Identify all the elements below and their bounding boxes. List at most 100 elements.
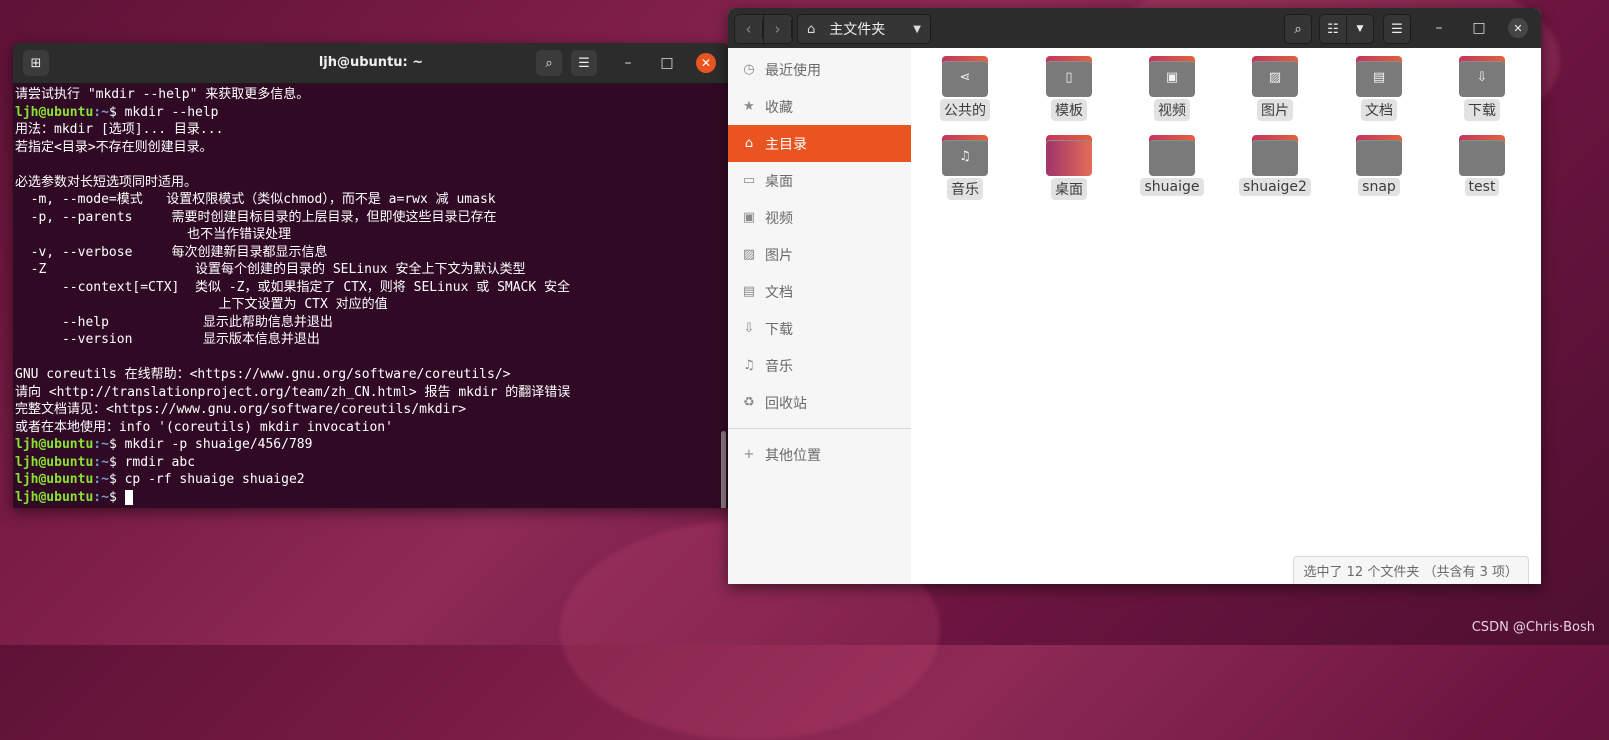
menu-button[interactable]: ☰ bbox=[571, 50, 597, 76]
plus-icon: + bbox=[743, 447, 755, 462]
folder-item[interactable]: ♫ 音乐 bbox=[920, 135, 1010, 200]
chevron-down-icon: ▼ bbox=[1356, 24, 1364, 34]
prompt-symbol: $ bbox=[108, 454, 117, 470]
sidebar-item-trash[interactable]: ♻ 回收站 bbox=[728, 384, 911, 421]
folder-icon: ♫ bbox=[942, 135, 988, 176]
prompt-user: ljh@ubuntu bbox=[15, 454, 94, 470]
sidebar-item-pictures[interactable]: ▨ 图片 bbox=[728, 236, 911, 273]
close-icon: ✕ bbox=[700, 56, 712, 70]
folder-item[interactable]: ⇩ 下载 bbox=[1437, 56, 1527, 121]
folder-grid[interactable]: ⋖ 公共的 ▯ 模板 ▣ 视频 ▨ 图片 ▤ 文档 ⇩ 下载 ♫ 音乐 桌面 s… bbox=[911, 48, 1541, 584]
desktop-icon: ▭ bbox=[742, 173, 756, 188]
document-icon: ▤ bbox=[1372, 70, 1386, 85]
sidebar-item-label: 收藏 bbox=[765, 99, 793, 116]
folder-item[interactable]: ▨ 图片 bbox=[1230, 56, 1320, 121]
search-button[interactable]: ⌕ bbox=[1284, 14, 1312, 44]
file-manager-window[interactable]: ‹ › ⌂ 主文件夹 ▼ ⌕ ☷ ▼ ☰ – □ ✕ ◷ 最近使用 ★ 收藏 ⌂ 主目… bbox=[728, 8, 1541, 584]
list-view-icon: ☷ bbox=[1327, 21, 1339, 37]
list-view-button[interactable]: ☷ bbox=[1319, 14, 1347, 44]
command-text: mkdir --help bbox=[116, 104, 219, 120]
terminal-line: ljh@ubuntu:~$ mkdir -p shuaige/456/789 bbox=[15, 436, 719, 454]
sidebar-item-label: 主目录 bbox=[765, 136, 807, 153]
prompt-user: ljh@ubuntu bbox=[15, 104, 94, 120]
folder-item[interactable]: shuaige bbox=[1127, 135, 1217, 196]
search-button[interactable]: ⌕ bbox=[536, 50, 562, 76]
prompt-symbol: $ bbox=[108, 472, 117, 487]
minimize-button[interactable]: – bbox=[1430, 19, 1448, 37]
folder-icon bbox=[1252, 135, 1298, 176]
clock-icon: ◷ bbox=[743, 62, 755, 77]
folder-item[interactable]: test bbox=[1437, 135, 1527, 196]
folder-item[interactable]: ▣ 视频 bbox=[1127, 56, 1217, 121]
watermark-text: CSDN @Chris·Bosh bbox=[1471, 620, 1595, 635]
prompt-user: ljh@ubuntu bbox=[15, 472, 94, 487]
terminal-window[interactable]: ⊞ ljh@ubuntu: ~ ⌕ ☰ – □ ✕ 请尝试执行 "mkdir -… bbox=[13, 43, 729, 508]
terminal-line: -p, --parents 需要时创建目标目录的上层目录，但即使这些目录已存在 bbox=[15, 209, 497, 225]
star-icon: ★ bbox=[743, 99, 755, 114]
sidebar-item-label: 回收站 bbox=[765, 395, 807, 412]
folder-label: 文档 bbox=[1361, 99, 1397, 121]
film-icon: ▣ bbox=[742, 210, 756, 225]
maximize-icon: □ bbox=[1472, 20, 1486, 36]
folder-item[interactable]: ▤ 文档 bbox=[1334, 56, 1424, 121]
folder-item[interactable]: snap bbox=[1334, 135, 1424, 196]
sidebar-item-label: 桌面 bbox=[765, 173, 793, 190]
terminal-line: 用法：mkdir [选项]... 目录... bbox=[15, 122, 224, 137]
terminal-line: --version 显示版本信息并退出 bbox=[15, 332, 320, 347]
sidebar-item-desktop[interactable]: ▭ 桌面 bbox=[728, 162, 911, 199]
sidebar-item-starred[interactable]: ★ 收藏 bbox=[728, 88, 911, 125]
maximize-button[interactable]: □ bbox=[658, 54, 676, 72]
sidebar-item-downloads[interactable]: ⇩ 下载 bbox=[728, 310, 911, 347]
path-bar-button[interactable]: ⌂ 主文件夹 ▼ bbox=[797, 14, 931, 44]
sidebar-item-home[interactable]: ⌂ 主目录 bbox=[728, 125, 911, 162]
sidebar-item-recent[interactable]: ◷ 最近使用 bbox=[728, 51, 911, 88]
folder-icon bbox=[1356, 135, 1402, 176]
sidebar-item-label: 下载 bbox=[765, 321, 793, 338]
command-text bbox=[117, 490, 125, 505]
forward-button[interactable]: › bbox=[764, 15, 792, 43]
terminal-line: --help 显示此帮助信息并退出 bbox=[15, 314, 333, 330]
sidebar-item-music[interactable]: ♫ 音乐 bbox=[728, 347, 911, 384]
prompt-symbol: $ bbox=[108, 437, 117, 452]
minimize-button[interactable]: – bbox=[619, 54, 637, 72]
terminal-line: 或者在本地使用：info '(coreutils) mkdir invocati… bbox=[15, 419, 393, 435]
prompt-symbol: $ bbox=[108, 489, 117, 505]
folder-icon: ▨ bbox=[1252, 56, 1298, 97]
sidebar-item-videos[interactable]: ▣ 视频 bbox=[728, 199, 911, 236]
prompt-path: :~ bbox=[93, 454, 109, 470]
folder-label: 图片 bbox=[1257, 99, 1293, 121]
close-button[interactable]: ✕ bbox=[696, 53, 716, 73]
terminal-line: 必选参数对长短选项同时适用。 bbox=[15, 174, 198, 190]
folder-icon bbox=[1149, 135, 1195, 176]
terminal-output[interactable]: 请尝试执行 "mkdir --help" 来获取更多信息。 ljh@ubuntu… bbox=[15, 86, 719, 508]
back-button[interactable]: ‹ bbox=[735, 15, 764, 43]
template-icon: ▯ bbox=[1065, 70, 1073, 85]
chevron-left-icon: ‹ bbox=[735, 20, 763, 38]
folder-icon: ▤ bbox=[1356, 56, 1402, 97]
selection-status-bar: 选中了 12 个文件夹 （共含有 3 项） bbox=[1292, 556, 1529, 584]
chevron-down-icon: ▼ bbox=[913, 23, 921, 35]
folder-item[interactable]: 桌面 bbox=[1024, 135, 1114, 200]
sidebar-item-documents[interactable]: ▤ 文档 bbox=[728, 273, 911, 310]
image-icon: ▨ bbox=[1268, 70, 1282, 85]
folder-label: test bbox=[1464, 178, 1500, 196]
sidebar-item-label: 视频 bbox=[765, 210, 793, 227]
menu-button[interactable]: ☰ bbox=[1383, 14, 1411, 44]
maximize-icon: □ bbox=[660, 55, 674, 71]
search-icon: ⌕ bbox=[545, 55, 553, 71]
folder-item[interactable]: ⋖ 公共的 bbox=[920, 56, 1010, 121]
sidebar-item-other-locations[interactable]: + 其他位置 bbox=[728, 436, 911, 473]
terminal-line: GNU coreutils 在线帮助：<https://www.gnu.org/… bbox=[15, 367, 511, 382]
terminal-line: 请尝试执行 "mkdir --help" 来获取更多信息。 bbox=[15, 87, 310, 102]
path-label: 主文件夹 bbox=[829, 22, 886, 38]
sidebar-item-label: 最近使用 bbox=[765, 62, 821, 79]
close-button[interactable]: ✕ bbox=[1508, 18, 1528, 38]
terminal-scrollbar[interactable] bbox=[721, 431, 726, 508]
folder-item[interactable]: ▯ 模板 bbox=[1024, 56, 1114, 121]
folder-item[interactable]: shuaige2 bbox=[1230, 135, 1320, 196]
view-options-button[interactable]: ▼ bbox=[1346, 14, 1374, 44]
maximize-button[interactable]: □ bbox=[1470, 19, 1488, 37]
terminal-header-bar: ⊞ ljh@ubuntu: ~ ⌕ ☰ – □ ✕ bbox=[13, 43, 729, 84]
hamburger-icon: ☰ bbox=[1391, 21, 1403, 37]
file-manager-header-bar: ‹ › ⌂ 主文件夹 ▼ ⌕ ☷ ▼ ☰ – □ ✕ bbox=[728, 8, 1541, 48]
